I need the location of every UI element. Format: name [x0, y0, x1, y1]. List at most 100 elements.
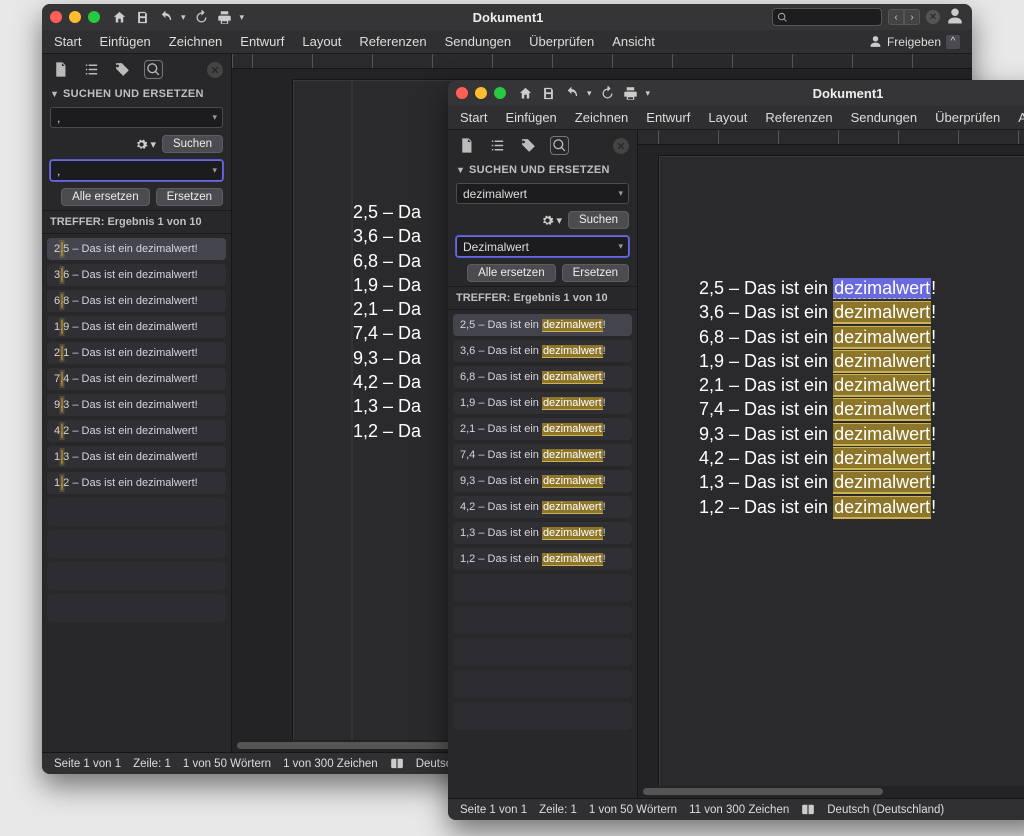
user-badge-icon[interactable] [946, 7, 964, 28]
status-lang[interactable]: Deutsch (Deutschland) [827, 804, 944, 816]
hit-item[interactable]: 2,1 – Das ist ein dezimalwert! [47, 342, 226, 364]
close-icon[interactable] [456, 87, 468, 99]
status-chars[interactable]: 1 von 300 Zeichen [283, 758, 378, 770]
doc-line[interactable]: 9,3 – Da [353, 346, 443, 370]
tab-sendungen[interactable]: Sendungen [445, 34, 512, 49]
find-input[interactable]: dezimalwert [456, 183, 629, 204]
qat-dropdown-icon[interactable]: ▾ [646, 88, 651, 99]
hit-item[interactable]: 3,6 – Das ist ein dezimalwert! [453, 340, 632, 362]
doc-line[interactable]: 1,3 – Da [353, 394, 443, 418]
replace-all-button[interactable]: Alle ersetzen [61, 188, 149, 206]
find-button[interactable]: Suchen [162, 135, 223, 153]
doc-line[interactable]: 2,1 – Das ist ein dezimalwert! [699, 373, 1024, 397]
hit-item[interactable]: 4,2 – Das ist ein dezimalwert! [453, 496, 632, 518]
tab-zeichnen[interactable]: Zeichnen [575, 110, 628, 125]
status-line[interactable]: Zeile: 1 [133, 758, 171, 770]
status-words[interactable]: 1 von 50 Wörtern [589, 804, 677, 816]
spellcheck-icon[interactable] [801, 803, 815, 817]
tab-start[interactable]: Start [460, 110, 487, 125]
hit-item[interactable]: 1,9 – Das ist ein dezimalwert! [47, 316, 226, 338]
replace-input[interactable]: Dezimalwert [456, 236, 629, 257]
doc-line[interactable]: 4,2 – Das ist ein dezimalwert! [699, 446, 1024, 470]
replace-all-button[interactable]: Alle ersetzen [467, 264, 555, 282]
doc-line[interactable]: 1,2 – Das ist ein dezimalwert! [699, 495, 1024, 519]
outline-icon[interactable] [83, 61, 100, 78]
tab-ueberpruefen[interactable]: Überprüfen [529, 34, 594, 49]
search-input[interactable] [772, 8, 882, 26]
status-page[interactable]: Seite 1 von 1 [54, 758, 121, 770]
find-input[interactable]: , [50, 107, 223, 128]
tab-referenzen[interactable]: Referenzen [359, 34, 426, 49]
home-icon[interactable] [518, 86, 533, 101]
close-icon[interactable] [50, 11, 62, 23]
doc-line[interactable]: 7,4 – Da [353, 321, 443, 345]
tab-layout[interactable]: Layout [302, 34, 341, 49]
tab-ansicht[interactable]: Ansicht [612, 34, 655, 49]
collapse-icon[interactable] [50, 90, 59, 99]
hit-item[interactable]: 1,2 – Das ist ein dezimalwert! [47, 472, 226, 494]
status-words[interactable]: 1 von 50 Wörtern [183, 758, 271, 770]
doc-line[interactable]: 1,9 – Das ist ein dezimalwert! [699, 349, 1024, 373]
print-icon[interactable] [623, 86, 638, 101]
tab-entwurf[interactable]: Entwurf [240, 34, 284, 49]
thumbnails-icon[interactable] [52, 61, 69, 78]
replace-input[interactable]: , [50, 160, 223, 181]
hit-item[interactable]: 1,9 – Das ist ein dezimalwert! [453, 392, 632, 414]
tag-icon[interactable] [114, 61, 131, 78]
undo-dropdown-icon[interactable]: ▾ [181, 12, 186, 23]
doc-line[interactable]: 9,3 – Das ist ein dezimalwert! [699, 422, 1024, 446]
hit-item[interactable]: 9,3 – Das ist ein dezimalwert! [453, 470, 632, 492]
status-page[interactable]: Seite 1 von 1 [460, 804, 527, 816]
ruler[interactable] [638, 130, 1024, 145]
hit-item[interactable]: 9,3 – Das ist ein dezimalwert! [47, 394, 226, 416]
print-icon[interactable] [217, 10, 232, 25]
ruler[interactable] [232, 54, 972, 69]
replace-button[interactable]: Ersetzen [562, 264, 629, 282]
status-line[interactable]: Zeile: 1 [539, 804, 577, 816]
doc-line[interactable]: 2,1 – Da [353, 297, 443, 321]
hit-item[interactable]: 6,8 – Das ist ein dezimalwert! [47, 290, 226, 312]
find-options-button[interactable]: ▾ [135, 138, 156, 151]
doc-line[interactable]: 2,5 – Da [353, 200, 443, 224]
doc-line[interactable]: 4,2 – Da [353, 370, 443, 394]
minimize-icon[interactable] [69, 11, 81, 23]
find-button[interactable]: Suchen [568, 211, 629, 229]
save-icon[interactable] [541, 86, 556, 101]
tab-start[interactable]: Start [54, 34, 81, 49]
titlebar[interactable]: ▾ ▾ Dokument1 [448, 80, 1024, 106]
search-nav[interactable]: ‹› [888, 9, 920, 25]
replace-button[interactable]: Ersetzen [156, 188, 223, 206]
document-area[interactable]: 2,5 – Das ist ein dezimalwert!3,6 – Das … [638, 130, 1024, 798]
tab-ansicht[interactable]: Ans [1018, 110, 1024, 125]
minimize-icon[interactable] [475, 87, 487, 99]
doc-line[interactable]: 6,8 – Das ist ein dezimalwert! [699, 325, 1024, 349]
traffic-lights[interactable] [50, 11, 100, 23]
refresh-icon[interactable] [600, 86, 615, 101]
spellcheck-icon[interactable] [390, 757, 404, 771]
hit-item[interactable]: 6,8 – Das ist ein dezimalwert! [453, 366, 632, 388]
hit-item[interactable]: 2,1 – Das ist ein dezimalwert! [453, 418, 632, 440]
maximize-icon[interactable] [494, 87, 506, 99]
doc-line[interactable]: 1,2 – Da [353, 419, 443, 443]
home-icon[interactable] [112, 10, 127, 25]
refresh-icon[interactable] [194, 10, 209, 25]
undo-icon[interactable] [158, 10, 173, 25]
titlebar[interactable]: ▾ ▾ Dokument1 ‹› ✕ [42, 4, 972, 30]
find-icon[interactable] [145, 61, 162, 78]
outline-icon[interactable] [489, 137, 506, 154]
clear-icon[interactable]: ✕ [926, 10, 940, 24]
hit-item[interactable]: 7,4 – Das ist ein dezimalwert! [453, 444, 632, 466]
status-chars[interactable]: 11 von 300 Zeichen [689, 804, 789, 816]
hit-item[interactable]: 1,3 – Das ist ein dezimalwert! [47, 446, 226, 468]
hit-item[interactable]: 1,2 – Das ist ein dezimalwert! [453, 548, 632, 570]
doc-line[interactable]: 6,8 – Da [353, 249, 443, 273]
qat-dropdown-icon[interactable]: ▾ [240, 12, 245, 23]
hit-item[interactable]: 4,2 – Das ist ein dezimalwert! [47, 420, 226, 442]
doc-line[interactable]: 3,6 – Da [353, 224, 443, 248]
doc-line[interactable]: 2,5 – Das ist ein dezimalwert! [699, 276, 1024, 300]
tab-entwurf[interactable]: Entwurf [646, 110, 690, 125]
tab-ueberpruefen[interactable]: Überprüfen [935, 110, 1000, 125]
tab-referenzen[interactable]: Referenzen [765, 110, 832, 125]
collapse-icon[interactable] [456, 166, 465, 175]
traffic-lights[interactable] [456, 87, 506, 99]
